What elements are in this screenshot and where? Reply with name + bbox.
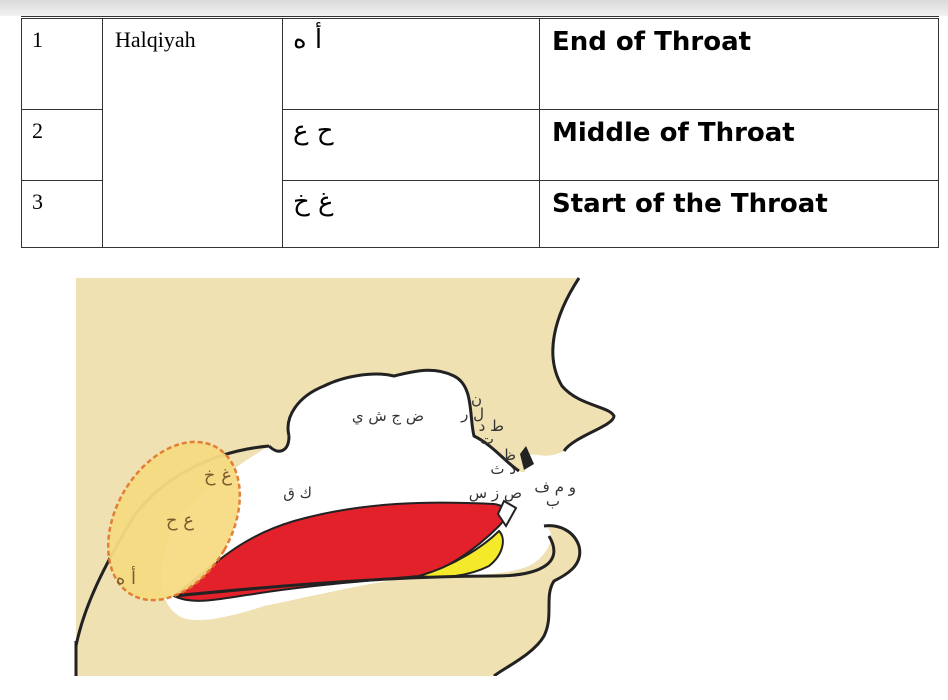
articulation-description: Start of the Throat — [539, 180, 939, 248]
arabic-letters: غ خ — [282, 180, 540, 248]
arabic-letters: ح ع — [282, 109, 540, 181]
label-tip-7: ص ز س — [469, 484, 522, 502]
label-tip-6: ذ ث — [490, 460, 516, 478]
letters-text: غ خ — [293, 187, 334, 217]
top-bar — [0, 0, 948, 16]
mouth-diagram-svg: غ خ ع ح أ ه ك ق ض ج ش ي ن ل ر ط د ت ظ ذ … — [74, 276, 634, 676]
label-mid-tongue: ض ج ش ي — [352, 407, 424, 426]
table-row: 1 Halqiyah أ ه End of Throat — [21, 16, 939, 248]
arabic-letters: أ ه — [282, 16, 540, 110]
row-number: 3 — [21, 180, 103, 248]
group-name: Halqiyah — [102, 16, 283, 248]
label-throat-start: غ خ — [204, 465, 232, 486]
row-number: 2 — [21, 109, 103, 181]
label-throat-end: أ ه — [116, 566, 136, 589]
label-lips-2: ب — [546, 492, 560, 510]
articulation-description: Middle of Throat — [539, 109, 939, 181]
row-number: 1 — [21, 16, 103, 110]
label-throat-middle: ع ح — [166, 510, 194, 531]
letters-text: أ ه — [293, 25, 323, 55]
mouth-diagram: غ خ ع ح أ ه ك ق ض ج ش ي ن ل ر ط د ت ظ ذ … — [74, 276, 634, 676]
label-tip-4: ت — [480, 430, 494, 448]
articulation-description: End of Throat — [539, 16, 939, 110]
makharij-table: 1 Halqiyah أ ه End of Throat 2 ح ع Middl… — [21, 16, 939, 248]
letters-text: ح ع — [293, 116, 334, 146]
label-back-tongue: ك ق — [283, 484, 312, 502]
